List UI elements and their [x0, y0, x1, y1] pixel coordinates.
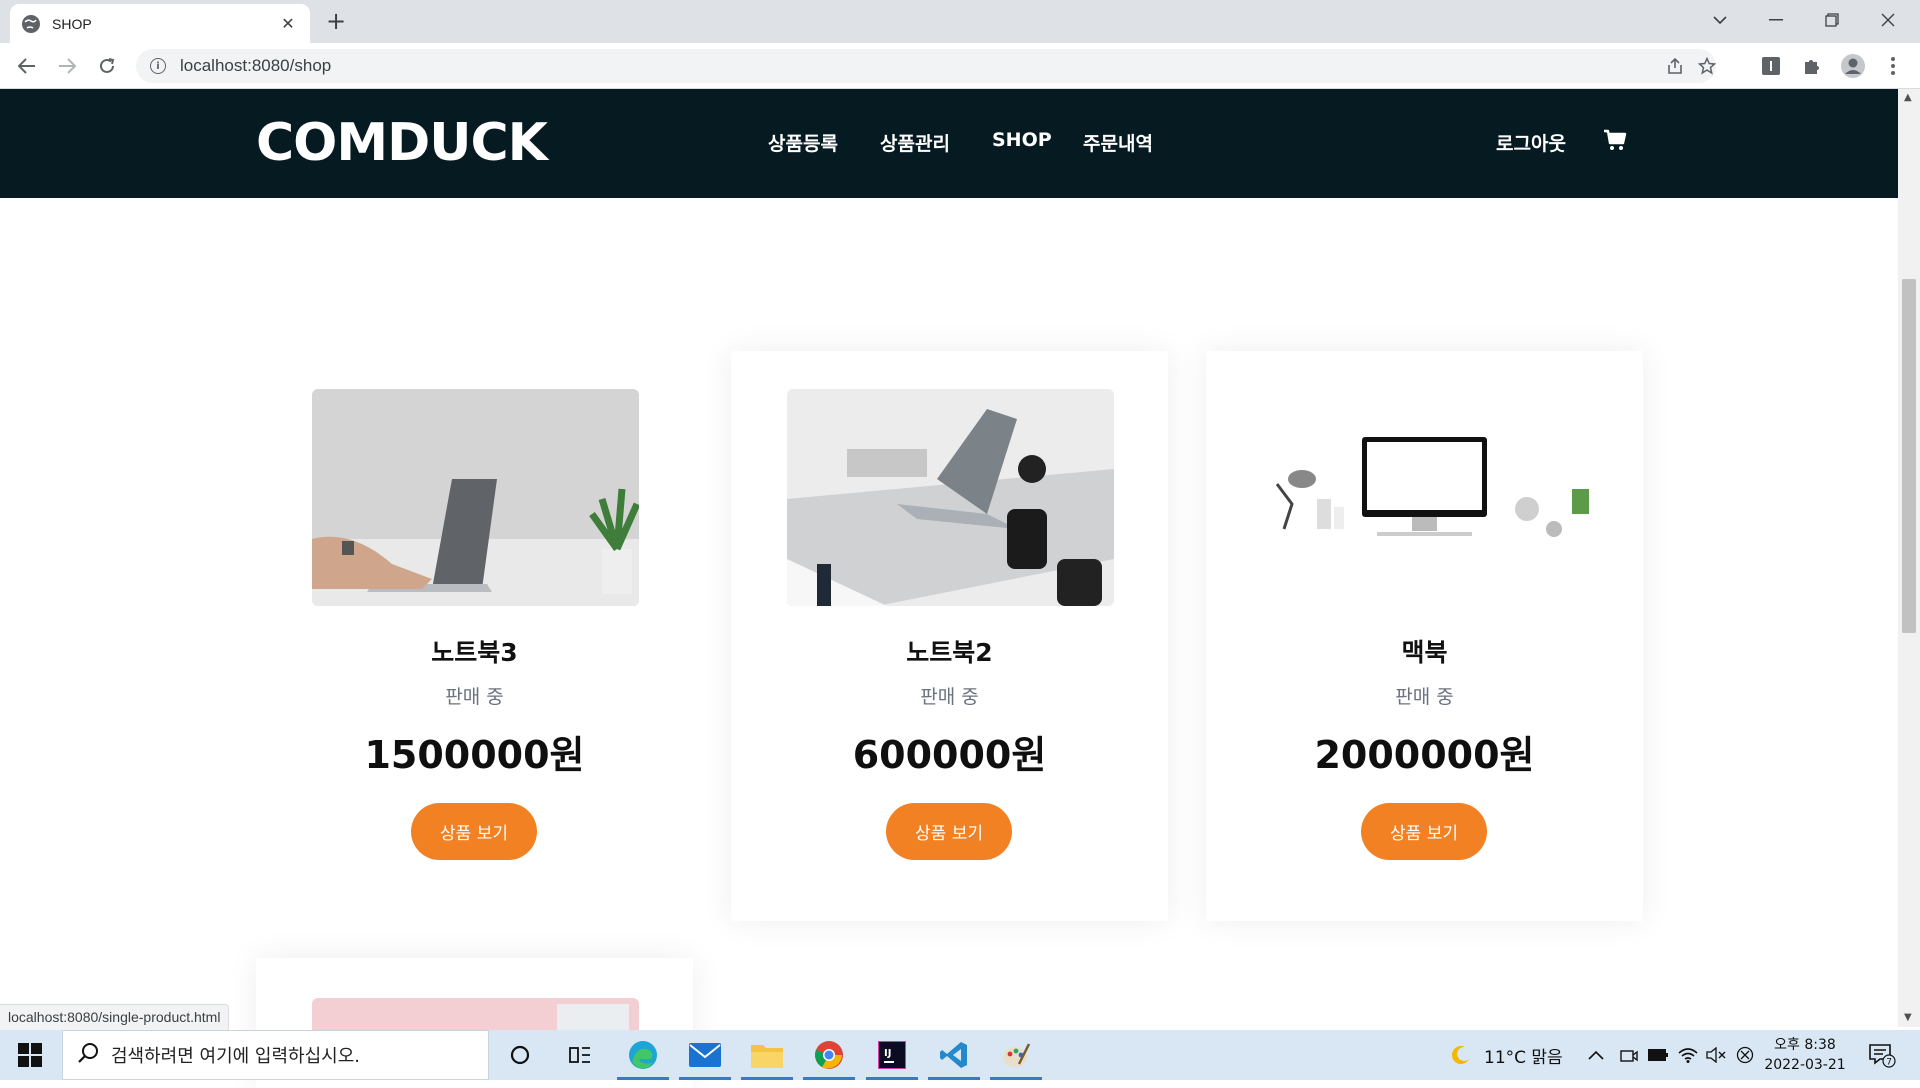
windows-start-icon[interactable] — [10, 1040, 50, 1070]
nav-shop[interactable]: SHOP — [992, 129, 1052, 151]
product-status: 판매 중 — [1395, 686, 1454, 708]
shopping-cart-icon[interactable] — [1603, 128, 1627, 152]
site-logo[interactable]: COMDUCK — [256, 113, 548, 173]
taskbar-clock[interactable]: 오후 8:38 2022-03-21 — [1760, 1035, 1850, 1075]
share-icon[interactable] — [1666, 49, 1684, 83]
clock-date: 2022-03-21 — [1764, 1057, 1846, 1073]
product-card: 노트북3 판매 중 1500000원 상품 보기 — [256, 351, 693, 921]
product-price: 2000000원 — [1314, 733, 1535, 777]
minimize-button[interactable] — [1748, 0, 1804, 40]
browser-tab-strip: SHOP ✕ + — [0, 0, 1920, 43]
wifi-icon[interactable] — [1678, 1030, 1698, 1080]
notification-count: 7 — [1886, 1058, 1892, 1068]
weather-text[interactable]: 11°C 맑음 — [1484, 1030, 1563, 1080]
view-product-button[interactable]: 상품 보기 — [886, 803, 1012, 860]
nav-product-manage[interactable]: 상품관리 — [880, 129, 950, 156]
product-card: 맥북 판매 중 2000000원 상품 보기 — [1206, 351, 1643, 921]
extensions-puzzle-icon[interactable] — [1799, 53, 1825, 79]
product-name: 맥북 — [1401, 638, 1448, 667]
nav-order-history[interactable]: 주문내역 — [1083, 129, 1153, 156]
product-image-laptop-typing[interactable] — [312, 389, 639, 606]
site-navbar: COMDUCK 상품등록 상품관리 SHOP 주문내역 로그아웃 — [0, 89, 1898, 198]
file-explorer-icon[interactable] — [737, 1030, 797, 1080]
search-icon — [77, 1042, 99, 1068]
close-tab-icon[interactable]: ✕ — [278, 14, 298, 33]
scroll-up-icon[interactable]: ▲ — [1904, 92, 1912, 103]
restore-button[interactable] — [1804, 0, 1860, 40]
paint-icon[interactable] — [986, 1030, 1046, 1080]
svg-text:IJ: IJ — [884, 1048, 891, 1059]
edge-browser-icon[interactable] — [613, 1030, 673, 1080]
ime-disabled-icon[interactable] — [1736, 1030, 1754, 1080]
browser-tab[interactable]: SHOP ✕ — [10, 4, 310, 43]
scroll-down-icon[interactable]: ▼ — [1904, 1012, 1912, 1023]
back-icon[interactable] — [12, 51, 42, 81]
product-image-imac[interactable] — [1262, 389, 1589, 606]
link-status-tooltip: localhost:8080/single-product.html — [0, 1004, 230, 1030]
vscode-icon[interactable] — [924, 1030, 984, 1080]
cortana-icon[interactable] — [490, 1030, 550, 1080]
volume-muted-icon[interactable] — [1706, 1030, 1726, 1080]
logout-link[interactable]: 로그아웃 — [1496, 129, 1566, 156]
site-info-icon[interactable]: i — [150, 58, 166, 74]
nav-product-register[interactable]: 상품등록 — [768, 129, 838, 156]
taskbar-search-box[interactable]: 검색하려면 여기에 입력하십시오. — [62, 1030, 489, 1080]
product-status: 판매 중 — [445, 686, 504, 708]
weather-moon-icon[interactable] — [1450, 1030, 1472, 1080]
product-status: 판매 중 — [920, 686, 979, 708]
new-tab-button[interactable]: + — [322, 8, 350, 36]
battery-icon[interactable] — [1648, 1030, 1668, 1080]
url-text: localhost:8080/shop — [180, 56, 332, 75]
notification-center-icon[interactable]: 7 — [1868, 1030, 1896, 1080]
extension-reader-icon[interactable] — [1758, 53, 1784, 79]
product-card: 노트북2 판매 중 600000원 상품 보기 — [731, 351, 1168, 921]
bookmark-star-icon[interactable] — [1698, 49, 1716, 83]
product-name: 노트북3 — [431, 638, 518, 667]
forward-icon[interactable] — [52, 51, 82, 81]
close-window-button[interactable] — [1860, 0, 1916, 40]
address-bar-row: i localhost:8080/shop — [0, 43, 1920, 89]
product-image-laptop-desk[interactable] — [787, 389, 1114, 606]
globe-icon — [22, 14, 40, 33]
tray-chevron-up-icon[interactable] — [1588, 1030, 1604, 1080]
meet-camera-icon[interactable] — [1620, 1030, 1638, 1080]
profile-avatar-icon[interactable] — [1840, 53, 1866, 79]
search-placeholder: 검색하려면 여기에 입력하십시오. — [111, 1046, 361, 1067]
windows-taskbar: 검색하려면 여기에 입력하십시오. IJ 11°C 맑음 오후 8:38 202… — [0, 1030, 1920, 1080]
scrollbar-thumb[interactable] — [1902, 279, 1916, 633]
tab-search-icon[interactable] — [1692, 0, 1748, 40]
page-scrollbar[interactable]: ▲ ▼ — [1898, 89, 1920, 1027]
task-view-icon[interactable] — [550, 1030, 610, 1080]
tab-title: SHOP — [52, 15, 92, 32]
mail-icon[interactable] — [675, 1030, 735, 1080]
clock-time: 오후 8:38 — [1774, 1037, 1836, 1053]
chrome-icon[interactable] — [799, 1030, 859, 1080]
product-name: 노트북2 — [906, 638, 993, 667]
view-product-button[interactable]: 상품 보기 — [411, 803, 537, 860]
view-product-button[interactable]: 상품 보기 — [1361, 803, 1487, 860]
reload-icon[interactable] — [92, 51, 122, 81]
intellij-icon[interactable]: IJ — [862, 1030, 922, 1080]
omnibox[interactable]: i localhost:8080/shop — [136, 49, 1716, 83]
menu-kebab-icon[interactable] — [1880, 53, 1906, 79]
product-price: 1500000원 — [364, 733, 585, 777]
product-price: 600000원 — [852, 733, 1047, 777]
